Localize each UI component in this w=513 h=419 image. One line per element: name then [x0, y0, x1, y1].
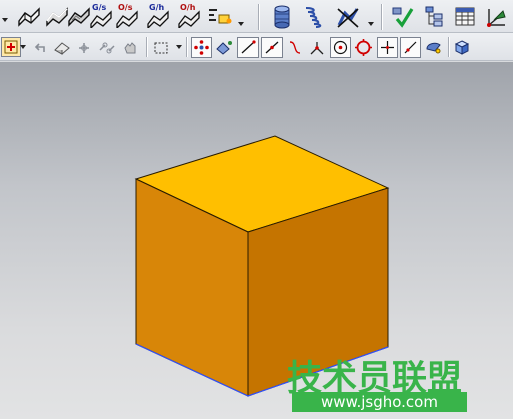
new-part-icon[interactable]: [1, 37, 21, 57]
tree-icon[interactable]: [422, 4, 448, 30]
main-toolbar: G/s O/s G/h O/h: [0, 0, 513, 33]
hand-icon[interactable]: [120, 38, 140, 58]
wireframe-dropdown[interactable]: [368, 22, 374, 26]
new-part-dropdown[interactable]: [20, 45, 26, 49]
toolbar-separator-4: [186, 37, 188, 57]
circle-target-icon[interactable]: [353, 37, 374, 58]
oh-label: O/h: [180, 3, 196, 12]
check-icon[interactable]: [390, 4, 416, 30]
os-label: O/s: [118, 3, 133, 12]
toolbar-separator-2: [381, 4, 383, 30]
surface-icon[interactable]: [16, 4, 42, 28]
snap-points-icon[interactable]: [191, 37, 212, 58]
cylinder-icon[interactable]: [270, 4, 294, 30]
axis-icon[interactable]: [482, 4, 510, 30]
circle-point-icon[interactable]: [330, 37, 351, 58]
cube-icon[interactable]: [452, 37, 472, 58]
watermark-url: www.jsgho.com: [292, 392, 467, 412]
display-options-icon[interactable]: [206, 6, 234, 28]
no-wireframe-icon[interactable]: [334, 4, 362, 30]
display-options-dropdown[interactable]: [238, 22, 244, 26]
undo-icon[interactable]: [30, 38, 50, 58]
curve-icon[interactable]: [285, 37, 305, 58]
branch-icon[interactable]: [306, 37, 328, 58]
toolbar-separator: [258, 4, 260, 30]
eraser-icon[interactable]: [52, 38, 72, 58]
toolbar-separator-5: [448, 37, 450, 57]
toolbar-separator-3: [146, 37, 148, 57]
line-dot-icon[interactable]: [400, 37, 421, 58]
spring-icon[interactable]: [300, 4, 326, 30]
gh-label: G/h: [149, 3, 165, 12]
transform-icon[interactable]: [74, 38, 94, 58]
gs-label: G/s: [92, 3, 107, 12]
toolbar-overflow-dropdown[interactable]: [2, 18, 8, 22]
line-icon[interactable]: [237, 37, 259, 58]
move-icon[interactable]: [96, 38, 118, 58]
select-dropdown[interactable]: [176, 45, 182, 49]
select-box-icon[interactable]: [151, 38, 171, 58]
secondary-toolbar: [0, 33, 513, 61]
line-point-icon[interactable]: [261, 37, 283, 58]
sweep-icon[interactable]: [423, 37, 444, 58]
cross-icon[interactable]: [377, 37, 398, 58]
snap-move-icon[interactable]: [214, 37, 235, 58]
table-icon[interactable]: [452, 4, 478, 30]
